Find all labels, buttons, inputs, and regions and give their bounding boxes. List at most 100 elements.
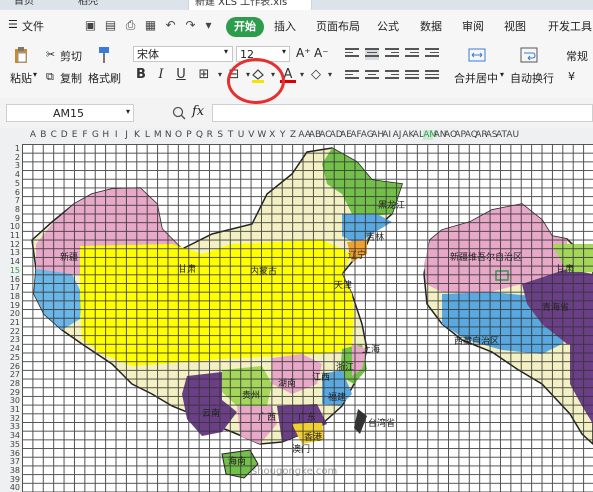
- row-header-cell[interactable]: 22: [2, 327, 20, 336]
- row-header-cell[interactable]: 4: [2, 170, 20, 179]
- row-header-cell[interactable]: 11: [2, 231, 20, 240]
- row-header-cell[interactable]: 2: [2, 153, 20, 162]
- tab-start[interactable]: 开始: [226, 17, 264, 37]
- row-header-cell[interactable]: 31: [2, 405, 20, 414]
- row-header-cell[interactable]: 33: [2, 422, 20, 431]
- row-header-cell[interactable]: 19: [2, 301, 20, 310]
- export-icon[interactable]: ▦: [144, 19, 157, 32]
- row-header-cell[interactable]: 32: [2, 414, 20, 423]
- column-header-cell[interactable]: AN: [434, 130, 447, 140]
- column-header-cell[interactable]: AT: [496, 130, 507, 140]
- tab-docer[interactable]: 稻壳: [72, 0, 104, 10]
- align-top-icon[interactable]: [345, 48, 359, 60]
- column-header-cell[interactable]: AR: [475, 130, 487, 140]
- column-header-cell[interactable]: O: [174, 130, 184, 140]
- column-header-cell[interactable]: R: [205, 130, 215, 140]
- font-name-select[interactable]: 宋体: [133, 46, 233, 62]
- row-header-cell[interactable]: 25: [2, 353, 20, 362]
- row-header-cell[interactable]: 36: [2, 449, 20, 458]
- column-header-cell[interactable]: B: [38, 130, 48, 140]
- merge-center-dropdown-icon[interactable]: ▾: [500, 70, 504, 79]
- row-header-cell[interactable]: 15: [2, 266, 20, 275]
- number-format-select[interactable]: 常规: [566, 48, 588, 64]
- border-icon[interactable]: ⊞: [196, 66, 212, 84]
- column-header-cell[interactable]: H: [101, 130, 111, 140]
- column-header-cell[interactable]: AB: [309, 130, 321, 140]
- clear-dropdown-icon[interactable]: ▾: [322, 66, 338, 84]
- column-header-cell[interactable]: AF: [350, 130, 361, 140]
- column-header-cell[interactable]: S: [215, 130, 225, 140]
- save-icon[interactable]: ▣: [84, 19, 97, 32]
- column-header-cell[interactable]: AS: [486, 130, 498, 140]
- column-header-cell[interactable]: AK: [402, 130, 414, 140]
- row-header-cell[interactable]: 9: [2, 214, 20, 223]
- more-icon[interactable]: ▾: [202, 19, 215, 32]
- column-header-cell[interactable]: AU: [506, 130, 519, 140]
- tab-view[interactable]: 视图: [504, 18, 526, 34]
- column-header-cell[interactable]: V: [246, 130, 256, 140]
- column-header-cell[interactable]: AD: [330, 130, 343, 140]
- zoom-icon[interactable]: [172, 106, 186, 120]
- column-header-cell[interactable]: AG: [361, 130, 374, 140]
- row-header-cell[interactable]: 34: [2, 431, 20, 440]
- tab-document[interactable]: 新建 XLS 工作表.xls: [188, 0, 312, 10]
- redo-icon[interactable]: ↷: [184, 19, 197, 32]
- justify-icon[interactable]: [405, 70, 419, 82]
- currency-button[interactable]: ¥: [568, 70, 575, 83]
- tab-insert[interactable]: 插入: [274, 18, 296, 34]
- italic-button[interactable]: I: [153, 66, 169, 84]
- paste-dropdown-icon[interactable]: ▾: [33, 70, 37, 79]
- font-size-dropdown-icon[interactable]: ▾: [282, 47, 286, 56]
- wrap-text-button[interactable]: 自动换行: [510, 70, 554, 86]
- column-header-cell[interactable]: AO: [444, 130, 457, 140]
- column-header-cell[interactable]: K: [132, 130, 142, 140]
- font-name-dropdown-icon[interactable]: ▾: [224, 47, 228, 56]
- paste-icon[interactable]: [12, 46, 30, 64]
- column-header-cell[interactable]: Y: [278, 130, 288, 140]
- column-header-cell[interactable]: I: [111, 130, 121, 140]
- row-header-cell[interactable]: 5: [2, 179, 20, 188]
- tab-formula[interactable]: 公式: [377, 18, 399, 34]
- bold-button[interactable]: B: [133, 66, 149, 84]
- name-box-dropdown-icon[interactable]: ▾: [126, 107, 130, 116]
- print-preview-icon[interactable]: ▤: [104, 19, 117, 32]
- column-header-cell[interactable]: AA: [298, 130, 311, 140]
- column-header-cell[interactable]: AP: [454, 130, 466, 140]
- column-header-cell[interactable]: AQ: [465, 130, 478, 140]
- fx-icon[interactable]: fx: [192, 104, 204, 119]
- row-header-cell[interactable]: 1: [2, 144, 20, 153]
- format-painter-icon[interactable]: [95, 46, 113, 64]
- row-header-cell[interactable]: 23: [2, 335, 20, 344]
- row-header-cell[interactable]: 28: [2, 379, 20, 388]
- column-header-cell[interactable]: J: [122, 130, 132, 140]
- row-header-cell[interactable]: 20: [2, 309, 20, 318]
- row-header-cell[interactable]: 3: [2, 161, 20, 170]
- column-header-cell[interactable]: M: [153, 130, 163, 140]
- merge-center-button[interactable]: 合并居中: [454, 70, 498, 86]
- row-header-cell[interactable]: 8: [2, 205, 20, 214]
- row-header-cell[interactable]: 27: [2, 370, 20, 379]
- column-header-cell[interactable]: Z: [288, 130, 298, 140]
- row-header-cell[interactable]: 13: [2, 248, 20, 257]
- tab-home[interactable]: 首页: [8, 0, 40, 10]
- row-header-cell[interactable]: 6: [2, 188, 20, 197]
- column-header-cell[interactable]: N: [163, 130, 173, 140]
- sheet-area[interactable]: 黑龙江 吉林 辽宁 新疆 甘肃 内蒙古 天津 上海 浙江 江西 湖南 贵州 福建…: [22, 144, 593, 492]
- row-header-cell[interactable]: 39: [2, 475, 20, 484]
- row-header-cell[interactable]: 37: [2, 457, 20, 466]
- indent-increase-icon[interactable]: [425, 48, 439, 60]
- copy-button[interactable]: 复制: [60, 70, 82, 86]
- column-header-cell[interactable]: Q: [194, 130, 204, 140]
- tab-data[interactable]: 数据: [420, 18, 442, 34]
- row-header-cell[interactable]: 40: [2, 483, 20, 492]
- wrap-text-icon[interactable]: [520, 46, 538, 64]
- menu-icon[interactable]: ☰: [8, 18, 18, 31]
- indent-decrease-icon[interactable]: [405, 48, 419, 60]
- tab-page-layout[interactable]: 页面布局: [316, 18, 360, 34]
- column-header-cell[interactable]: AJ: [392, 130, 402, 140]
- paste-button[interactable]: 粘贴: [10, 70, 32, 86]
- distributed-icon[interactable]: [425, 70, 439, 82]
- column-header-cell[interactable]: AH: [371, 130, 384, 140]
- column-header-cell[interactable]: T: [226, 130, 236, 140]
- align-right-icon[interactable]: [385, 70, 399, 82]
